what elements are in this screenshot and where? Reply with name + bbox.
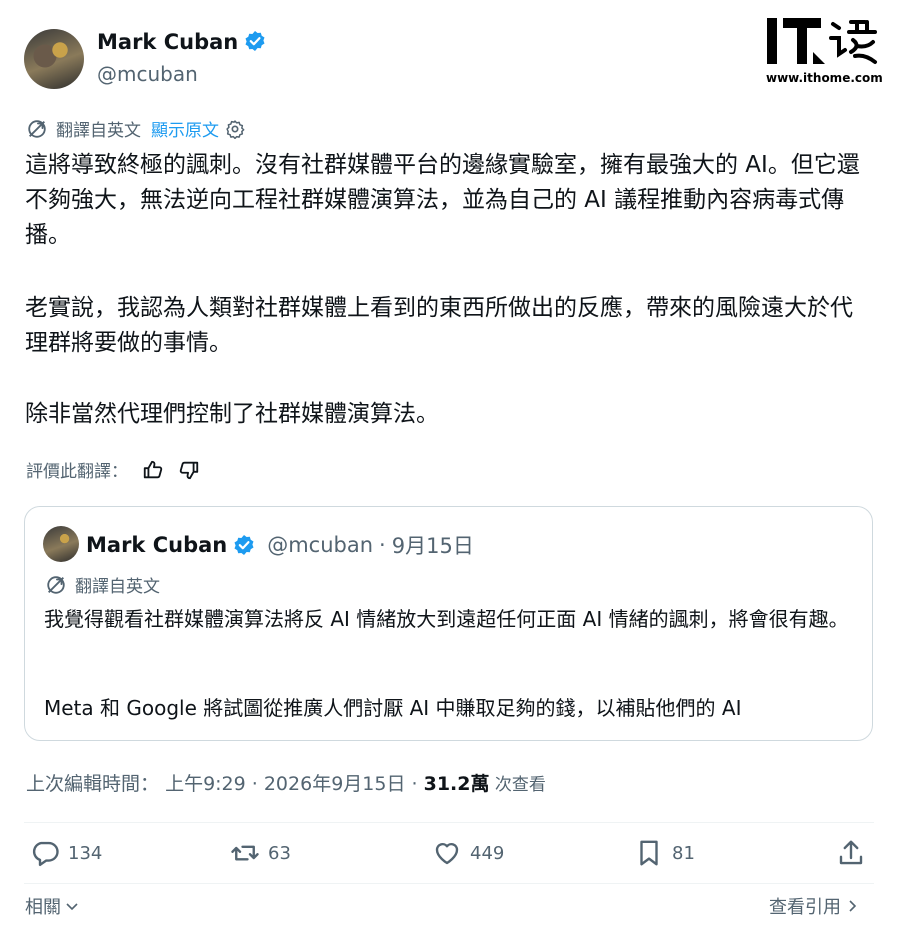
translate-icon — [28, 119, 46, 138]
bookmark-button[interactable]: 81 — [634, 838, 695, 868]
like-button[interactable]: 449 — [432, 838, 504, 868]
reply-icon — [32, 841, 59, 867]
views-count: 31.2萬 — [423, 773, 490, 795]
divider-bottom — [24, 883, 874, 884]
divider-top — [24, 822, 874, 823]
author-name[interactable]: Mark Cuban — [97, 30, 266, 54]
thumbs-down-icon[interactable] — [178, 459, 200, 481]
quoted-translation-label: 翻譯自英文 — [75, 577, 160, 597]
related-dropdown[interactable]: 相關 — [25, 893, 80, 919]
bookmark-count: 81 — [672, 842, 695, 864]
action-bar: 134 63 449 81 — [24, 838, 874, 878]
tweet-paragraph-1: 這將導致終極的諷刺。沒有社群媒體平台的邊緣實驗室，擁有最強大的 AI。但它還不夠… — [25, 152, 860, 248]
quoted-separator: · — [379, 533, 386, 557]
edited-label[interactable]: 上次編輯時間： — [26, 773, 159, 795]
quoted-author-avatar[interactable] — [43, 526, 79, 562]
view-quotes-link[interactable]: 查看引用 — [769, 893, 860, 919]
translate-icon — [47, 575, 65, 594]
show-original-link[interactable]: 顯示原文 — [151, 116, 219, 141]
quoted-author-name[interactable]: Mark Cuban — [86, 533, 227, 557]
chevron-down-icon — [66, 903, 78, 911]
quoted-author-handle: @mcuban — [267, 533, 374, 557]
quoted-paragraph-2: Meta 和 Google 將試圖從推廣人們討厭 AI 中賺取足夠的錢，以補貼他… — [44, 696, 742, 720]
author-name-text[interactable]: Mark Cuban — [97, 30, 238, 54]
author-handle[interactable]: @mcuban — [97, 62, 198, 86]
like-count: 449 — [470, 842, 505, 864]
quoted-paragraph-1: 我覺得觀看社群媒體演算法將反 AI 情緒放大到遠超任何正面 AI 情緒的諷刺，將… — [44, 607, 849, 631]
ithome-url: www.ithome.com — [766, 71, 883, 85]
quoted-translation-row: 翻譯自英文 — [45, 572, 160, 597]
quoted-author-header: Mark Cuban @mcuban · 9月15日 — [86, 530, 474, 560]
reply-count: 134 — [68, 842, 103, 864]
view-quotes-label: 查看引用 — [769, 897, 841, 918]
timestamp[interactable]: 上午9:29 · 2026年9月15日 · — [165, 773, 424, 795]
chevron-right-icon — [849, 900, 857, 912]
rate-translation: 評價此翻譯： — [26, 457, 200, 482]
verified-badge-icon — [234, 535, 254, 555]
related-label: 相關 — [25, 897, 61, 918]
tweet-paragraph-3: 除非當然代理們控制了社群媒體演算法。 — [25, 401, 439, 427]
thumbs-up-icon[interactable] — [142, 459, 164, 481]
retweet-icon — [231, 845, 259, 861]
share-icon — [839, 840, 863, 865]
gear-icon[interactable] — [225, 119, 245, 139]
retweet-button[interactable]: 63 — [230, 838, 291, 868]
tweet-meta: 上次編輯時間： 上午9:29 · 2026年9月15日 · 31.2萬 次查看 — [26, 769, 546, 796]
rate-translation-label: 評價此翻譯： — [26, 462, 128, 482]
heart-icon — [435, 842, 459, 865]
verified-badge-icon — [245, 31, 265, 51]
tweet-paragraph-2: 老實說，我認為人類對社群媒體上看到的東西所做出的反應，帶來的風險遠大於代理群將要… — [25, 295, 853, 356]
reply-button[interactable]: 134 — [30, 838, 102, 868]
quoted-date[interactable]: 9月15日 — [392, 530, 474, 560]
author-avatar[interactable] — [24, 29, 84, 89]
translation-row: 翻譯自英文 顯示原文 — [26, 116, 245, 141]
retweet-count: 63 — [268, 842, 291, 864]
share-button[interactable] — [836, 838, 874, 868]
views-label: 次查看 — [489, 775, 546, 795]
translation-label: 翻譯自英文 — [56, 121, 141, 141]
bookmark-icon — [640, 840, 658, 866]
